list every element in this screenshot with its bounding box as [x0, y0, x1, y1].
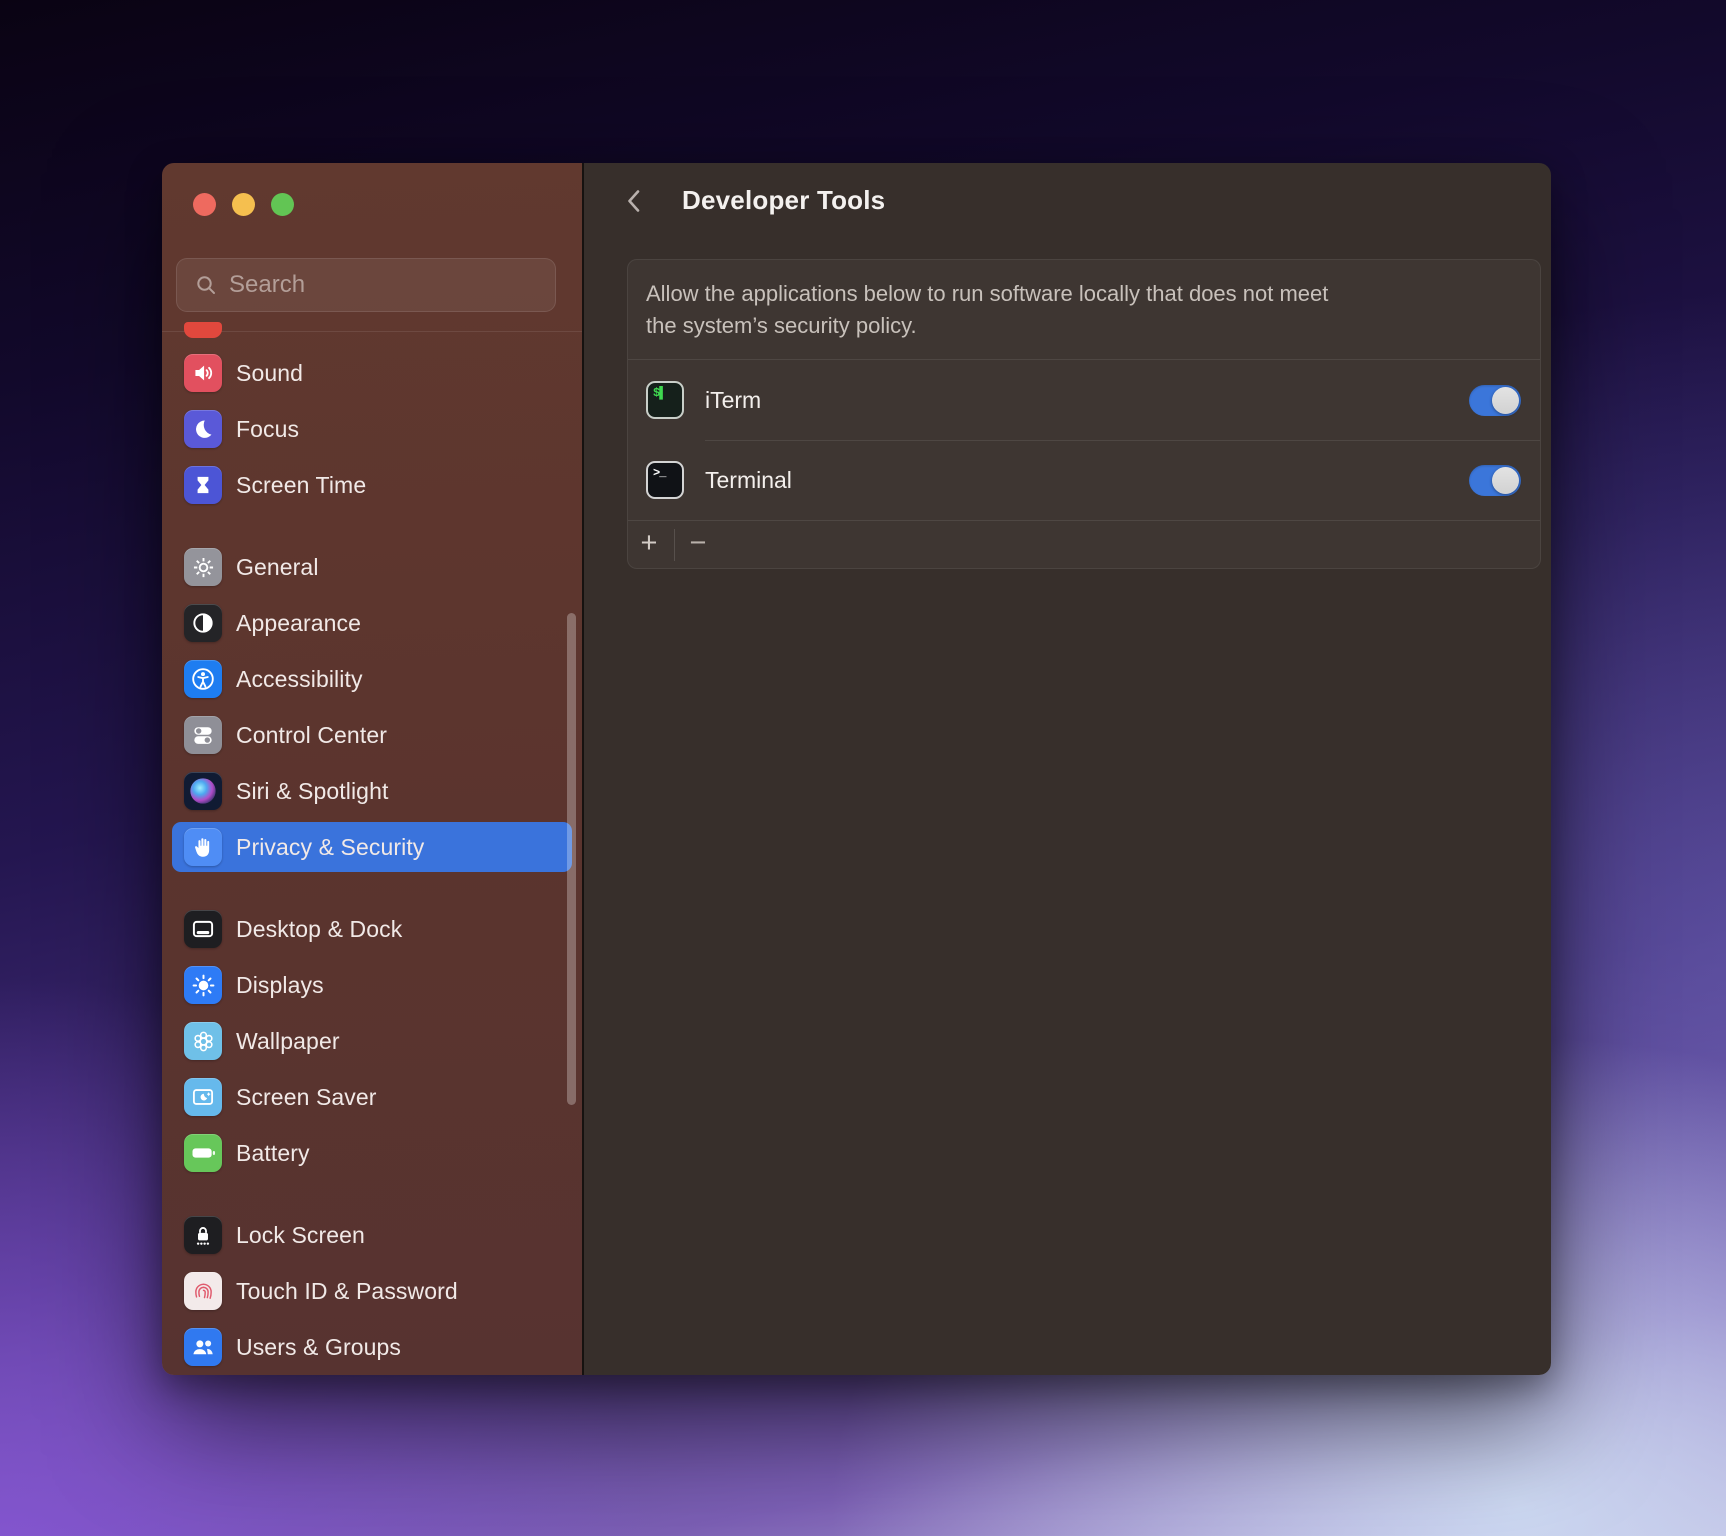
sidebar-item-label: Battery [236, 1139, 310, 1166]
search-input[interactable] [227, 270, 543, 300]
system-settings-window: Sound Focus Screen Time General Appearance Ac… [162, 163, 1551, 1375]
sidebar-item-touch-id-password[interactable]: Touch ID & Password [172, 1266, 572, 1316]
notifications-icon [184, 322, 222, 338]
sidebar-scrollbar[interactable] [567, 613, 576, 1105]
terminal-prompt-glyph: >_ [653, 466, 666, 480]
developer-tools-group: Allow the applications below to run soft… [627, 259, 1541, 569]
touch-id-icon [184, 1272, 222, 1310]
control-center-icon [184, 716, 222, 754]
page-title: Developer Tools [682, 185, 886, 215]
sidebar-item-label: General [236, 553, 319, 580]
sidebar-item-appearance[interactable]: Appearance [172, 598, 572, 648]
sidebar-group: Desktop & Dock Displays Wallpaper Screen Sa… [172, 904, 572, 1178]
users-groups-icon [184, 1328, 222, 1366]
battery-icon [184, 1134, 222, 1172]
sidebar: Sound Focus Screen Time General Appearance Ac… [162, 163, 582, 1375]
sidebar-item-privacy-security[interactable]: Privacy & Security [172, 822, 572, 872]
sidebar-items: Sound Focus Screen Time General Appearance Ac… [172, 348, 572, 1375]
app-row-iterm: $▌ iTerm [628, 359, 1540, 440]
sidebar-item-label: Displays [236, 971, 324, 998]
developer-tools-panel: Developer Tools Allow the applications b… [584, 163, 1551, 1375]
sidebar-group: General Appearance Accessibility Control Ce… [172, 542, 572, 872]
terminal-icon: >_ [646, 461, 684, 499]
close-button[interactable] [193, 193, 216, 216]
lock-screen-icon [184, 1216, 222, 1254]
zoom-button[interactable] [271, 193, 294, 216]
screen-saver-icon [184, 1078, 222, 1116]
screen-time-icon [184, 466, 222, 504]
sidebar-item-focus[interactable]: Focus [172, 404, 572, 454]
sidebar-item-label: Control Center [236, 721, 387, 748]
description-line-1: Allow the applications below to run soft… [646, 281, 1329, 306]
description-line-2: the system’s security policy. [646, 313, 917, 338]
sidebar-item-general[interactable]: General [172, 542, 572, 592]
sidebar-item-label: Focus [236, 415, 300, 442]
sidebar-group: Sound Focus Screen Time [172, 348, 572, 510]
sidebar-item-label: Lock Screen [236, 1221, 365, 1248]
remove-app-button[interactable]: − [687, 528, 709, 561]
general-icon [184, 548, 222, 586]
appearance-icon [184, 604, 222, 642]
wallpaper-icon [184, 1022, 222, 1060]
sidebar-item-desktop-dock[interactable]: Desktop & Dock [172, 904, 572, 954]
accessibility-icon [184, 660, 222, 698]
iterm-toggle[interactable] [1469, 384, 1521, 416]
sidebar-item-label: Screen Time [236, 471, 367, 498]
siri-icon [184, 772, 222, 810]
toggle-knob [1492, 466, 1519, 494]
sidebar-item-label: Privacy & Security [236, 833, 425, 860]
sound-icon [184, 354, 222, 392]
sidebar-item-battery[interactable]: Battery [172, 1128, 572, 1178]
focus-icon [184, 410, 222, 448]
sidebar-item-sound[interactable]: Sound [172, 348, 572, 398]
sidebar-item-label: Appearance [236, 609, 362, 636]
terminal-toggle[interactable] [1469, 464, 1521, 496]
search-field[interactable] [176, 258, 556, 312]
sidebar-item-label: Siri & Spotlight [236, 777, 389, 804]
app-name: iTerm [705, 386, 762, 413]
sidebar-item-label: Touch ID & Password [236, 1277, 458, 1304]
toggle-knob [1492, 386, 1519, 414]
terminal-prompt-glyph: $▌ [653, 386, 666, 400]
sidebar-header-divider [162, 331, 582, 332]
privacy-icon [184, 828, 222, 866]
sidebar-item-wallpaper[interactable]: Wallpaper [172, 1016, 572, 1066]
sidebar-item-control-center[interactable]: Control Center [172, 710, 572, 760]
sidebar-item-label: Desktop & Dock [236, 915, 403, 942]
sidebar-item-accessibility[interactable]: Accessibility [172, 654, 572, 704]
back-button[interactable] [624, 188, 644, 214]
sidebar-item-lock-screen[interactable]: Lock Screen [172, 1210, 572, 1260]
sidebar-group: Lock Screen Touch ID & Password Users & Gr… [172, 1210, 572, 1372]
search-icon [197, 276, 215, 294]
iterm-icon: $▌ [646, 381, 684, 419]
sidebar-item-label: Sound [236, 359, 304, 386]
footer-divider [674, 528, 675, 561]
sidebar-item-users-groups[interactable]: Users & Groups [172, 1322, 572, 1372]
sidebar-item-label: Wallpaper [236, 1027, 340, 1054]
list-footer: + − [628, 520, 1540, 568]
sidebar-item-siri-spotlight[interactable]: Siri & Spotlight [172, 766, 572, 816]
sidebar-item-displays[interactable]: Displays [172, 960, 572, 1010]
app-name: Terminal [705, 466, 792, 493]
sidebar-item-label: Screen Saver [236, 1083, 377, 1110]
displays-icon [184, 966, 222, 1004]
sidebar-item-screen-saver[interactable]: Screen Saver [172, 1072, 572, 1122]
description: Allow the applications below to run soft… [628, 260, 1540, 359]
add-app-button[interactable]: + [638, 528, 660, 561]
sidebar-item-screen-time[interactable]: Screen Time [172, 460, 572, 510]
window-controls [193, 193, 294, 216]
sidebar-item-label: Users & Groups [236, 1333, 402, 1360]
desktop-dock-icon [184, 910, 222, 948]
minimize-button[interactable] [232, 193, 255, 216]
app-row-terminal: >_ Terminal [628, 440, 1540, 520]
sidebar-item-label: Accessibility [236, 665, 363, 692]
